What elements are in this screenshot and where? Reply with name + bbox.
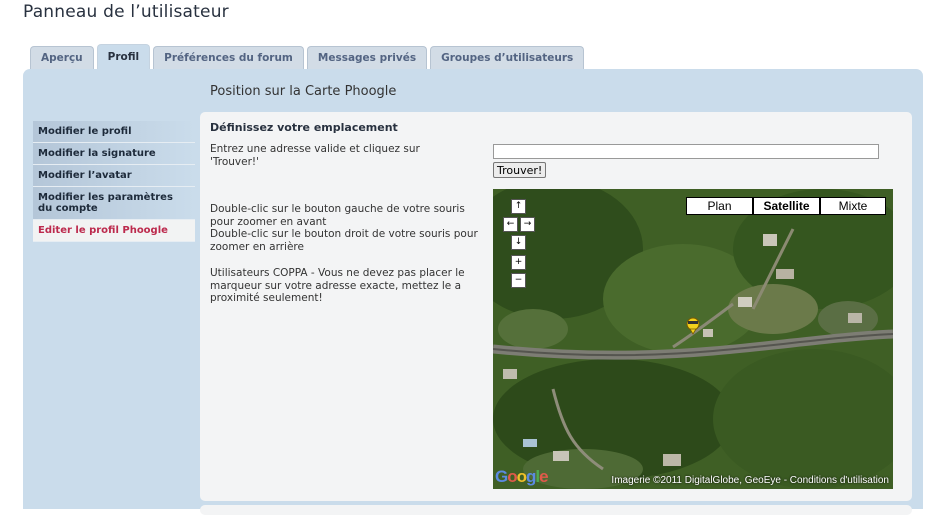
location-heading: Définissez votre emplacement [210, 121, 398, 134]
find-button[interactable]: Trouver! [493, 162, 547, 178]
tab-apercu[interactable]: Aperçu [30, 46, 94, 70]
address-input[interactable] [493, 144, 879, 159]
map-type-satellite[interactable]: Satellite [753, 197, 820, 215]
menu-item-phoogle-profile[interactable]: Editer le profil Phoogle [33, 220, 195, 242]
tab-groupes-utilisateurs[interactable]: Groupes d’utilisateurs [430, 46, 585, 70]
menu-item-account-settings[interactable]: Modifier les paramètres du compte [33, 187, 195, 220]
satellite-imagery [493, 189, 893, 489]
profile-side-menu: Modifier le profil Modifier la signature… [33, 121, 195, 242]
pan-down-button[interactable]: ↓ [511, 235, 526, 250]
tab-messages-prives[interactable]: Messages privés [306, 46, 428, 70]
menu-item-edit-profile[interactable]: Modifier le profil [33, 121, 195, 143]
coppa-note: Utilisateurs COPPA - Vous ne devez pas p… [210, 267, 465, 304]
pan-up-button[interactable]: ↑ [511, 199, 526, 214]
zoom-in-help: Double-clic sur le bouton gauche de votr… [210, 203, 465, 228]
tab-profil[interactable]: Profil [96, 44, 151, 70]
menu-item-edit-signature[interactable]: Modifier la signature [33, 143, 195, 165]
content-panel: Définissez votre emplacement Entrez une … [200, 112, 912, 501]
tab-preferences-forum[interactable]: Préférences du forum [153, 46, 304, 70]
map-attribution[interactable]: Imagerie ©2011 DigitalGlobe, GeoEye - Co… [611, 475, 889, 486]
zoom-help-text: Double-clic sur le bouton gauche de votr… [210, 203, 485, 253]
page-title: Panneau de l’utilisateur [23, 2, 229, 22]
pan-left-button[interactable]: ← [503, 217, 518, 232]
section-title: Position sur la Carte Phoogle [210, 84, 397, 99]
menu-item-edit-avatar[interactable]: Modifier l’avatar [33, 165, 195, 187]
next-panel-edge [200, 505, 912, 515]
zoom-in-button[interactable]: + [511, 255, 526, 270]
map-type-mixte[interactable]: Mixte [820, 197, 886, 215]
pan-right-button[interactable]: → [520, 217, 535, 232]
map-type-plan[interactable]: Plan [686, 197, 753, 215]
tab-bar: Aperçu Profil Préférences du forum Messa… [30, 44, 587, 70]
location-marker-icon[interactable] [685, 317, 701, 335]
zoom-out-button[interactable]: − [511, 273, 526, 288]
satellite-map[interactable]: Plan Satellite Mixte ↑ ← → ↓ + − Google … [493, 189, 893, 489]
google-logo: Google [495, 467, 549, 486]
zoom-out-help: Double-clic sur le bouton droit de votre… [210, 228, 478, 253]
address-instructions: Entrez une adresse valide et cliquez sur… [210, 143, 420, 168]
